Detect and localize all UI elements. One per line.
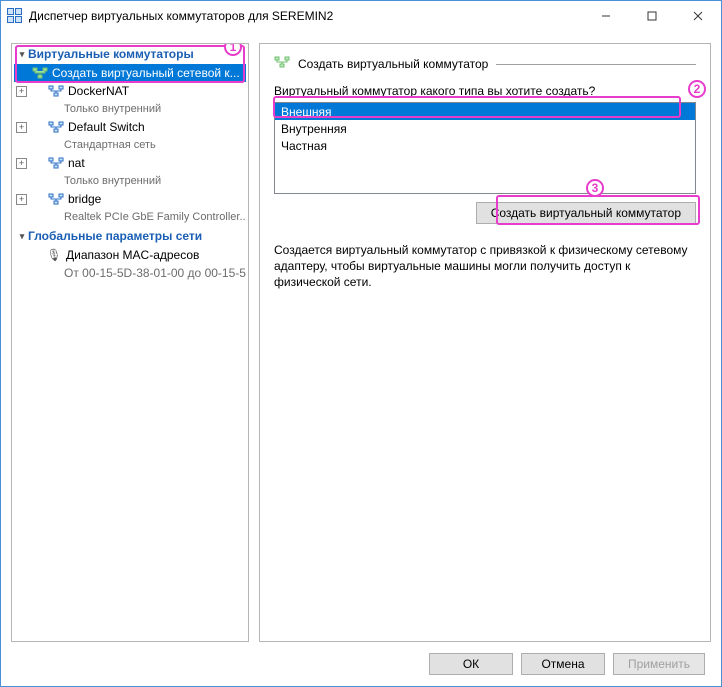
mac-icon: 🎙 [46, 248, 62, 262]
switch-icon [274, 56, 292, 72]
dialog-window: Диспетчер виртуальных коммутаторов для S… [0, 0, 722, 687]
tree-section-global[interactable]: ▾ Глобальные параметры сети [14, 226, 246, 246]
switch-icon [48, 120, 64, 134]
create-switch-button[interactable]: Создать виртуальный коммутатор [476, 202, 696, 224]
footer: ОК Отмена Применить [1, 642, 721, 686]
expand-icon[interactable]: + [16, 158, 27, 169]
caret-down-icon: ▾ [16, 49, 28, 60]
switch-icon [48, 84, 64, 98]
tree-item-label: DockerNAT [68, 84, 129, 98]
type-description: Создается виртуальный коммутатор с привя… [274, 242, 696, 291]
tree-item-label: Создать виртуальный сетевой к... [52, 66, 240, 80]
switch-icon [48, 156, 64, 170]
tree-item-label: nat [68, 156, 85, 170]
tree-item-switch[interactable]: + DockerNAT [14, 82, 246, 100]
option-external[interactable]: Внешняя [275, 103, 695, 120]
tree-item-sub: Только внутренний [14, 172, 246, 190]
app-icon [7, 8, 23, 24]
header-divider [496, 64, 696, 65]
tree-item-sub: Только внутренний [14, 100, 246, 118]
new-switch-icon [32, 66, 48, 80]
option-internal[interactable]: Внутренняя [275, 120, 695, 137]
minimize-button[interactable] [583, 1, 629, 31]
tree-item-new-switch[interactable]: Создать виртуальный сетевой к... [14, 64, 246, 82]
tree-item-label: Default Switch [68, 120, 145, 134]
expand-icon[interactable]: + [16, 194, 27, 205]
tree-item-switch[interactable]: + Default Switch [14, 118, 246, 136]
tree-item-label: Диапазон MAC-адресов [66, 248, 199, 262]
close-button[interactable] [675, 1, 721, 31]
switch-type-listbox[interactable]: Внешняя Внутренняя Частная [274, 102, 696, 194]
tree-item-switch[interactable]: + nat [14, 154, 246, 172]
header-text: Создать виртуальный коммутатор [298, 57, 488, 71]
body: ▾ Виртуальные коммутаторы Создать виртуа… [1, 31, 721, 642]
apply-button[interactable]: Применить [613, 653, 705, 675]
right-pane: Создать виртуальный коммутатор Виртуальн… [259, 43, 711, 642]
tree-item-sub: От 00-15-5D-38-01-00 до 00-15-5... [14, 264, 246, 282]
tree-item-switch[interactable]: + bridge [14, 190, 246, 208]
tree-item-mac-range[interactable]: 🎙 Диапазон MAC-адресов [14, 246, 246, 264]
tree-item-sub: Стандартная сеть [14, 136, 246, 154]
right-header: Создать виртуальный коммутатор [274, 56, 696, 72]
tree-item-label: bridge [68, 192, 101, 206]
section-label: Виртуальные коммутаторы [28, 47, 194, 61]
tree-item-sub: Realtek PCIe GbE Family Controller... [14, 208, 246, 226]
ok-button[interactable]: ОК [429, 653, 513, 675]
option-private[interactable]: Частная [275, 137, 695, 154]
expand-icon[interactable]: + [16, 122, 27, 133]
cancel-button[interactable]: Отмена [521, 653, 605, 675]
caret-down-icon: ▾ [16, 231, 28, 242]
window-title: Диспетчер виртуальных коммутаторов для S… [29, 9, 583, 23]
tree-pane: ▾ Виртуальные коммутаторы Создать виртуа… [11, 43, 249, 642]
maximize-button[interactable] [629, 1, 675, 31]
titlebar: Диспетчер виртуальных коммутаторов для S… [1, 1, 721, 31]
section-label: Глобальные параметры сети [28, 229, 202, 243]
type-prompt: Виртуальный коммутатор какого типа вы хо… [274, 84, 696, 98]
tree-section-vswitches[interactable]: ▾ Виртуальные коммутаторы [14, 44, 246, 64]
expand-icon[interactable]: + [16, 86, 27, 97]
switch-icon [48, 192, 64, 206]
